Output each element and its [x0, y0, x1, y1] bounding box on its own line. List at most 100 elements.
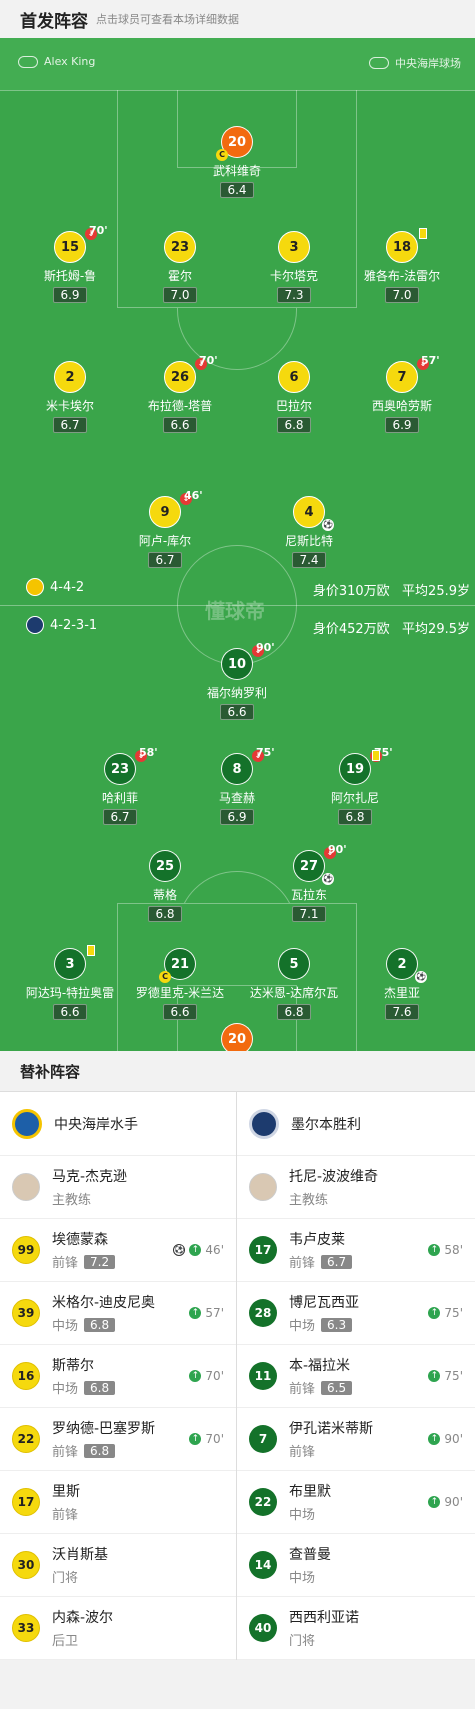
away-team-row[interactable]: 墨尔本胜利 — [237, 1092, 475, 1156]
away-player-7[interactable]: 3 阿达玛-特拉奥雷 6.6 — [15, 945, 125, 1020]
home-team-name: 中央海岸水手 — [54, 1116, 138, 1133]
sub-on-time: ↑ 70' — [189, 1432, 224, 1446]
player-name: 阿尔扎尼 — [330, 791, 379, 805]
away-sub-row[interactable]: 11 本-福拉米 前锋 6.5 ↑ 75' — [237, 1345, 475, 1408]
away-avg-age: 平均29.5岁 — [402, 622, 470, 637]
home-player-2[interactable]: 15 ↓ 70' 斯托姆-鲁 6.9 — [15, 224, 125, 303]
yellow-card-icon — [372, 750, 380, 761]
home-player-10[interactable]: 9 ↓ 46' 阿卢-库尔 6.7 — [110, 489, 220, 568]
home-coach[interactable]: Alex King — [18, 55, 95, 68]
away-player-3[interactable]: 8 ↓ 75' 马查赫 6.9 — [182, 746, 292, 825]
sub-on-time: ↑ 90' — [428, 1495, 463, 1509]
home-sub-row[interactable]: 16 斯蒂尔 中场 6.8 ↑ 70' — [0, 1345, 236, 1408]
sub-position: 前锋 — [52, 1256, 79, 1271]
away-player-5[interactable]: 25 蒂格 6.8 — [110, 850, 220, 922]
jersey-number-text: 20 — [227, 134, 247, 150]
jersey-number: 4 ⚽ — [293, 496, 334, 531]
jersey-number: 18 — [386, 228, 427, 263]
sub-minute: 58' — [444, 1243, 463, 1257]
away-player-10[interactable]: 2 ⚽ 杰里亚 7.6 — [347, 948, 457, 1020]
home-sub-row[interactable]: 39 米格尔-迪皮尼奥 中场 6.8 ↑ 57' — [0, 1282, 236, 1345]
sub-player-name: 里斯 — [52, 1484, 80, 1500]
jersey-number-text: 21 — [170, 956, 190, 972]
jersey-number: 14 — [249, 1551, 277, 1579]
home-sub-row[interactable]: 33 内森-波尔 后卫 — [0, 1597, 236, 1660]
sub-minute: 46' — [205, 1243, 224, 1257]
sub-rating: 6.7 — [321, 1254, 353, 1269]
sub-minute: 70' — [89, 224, 108, 237]
away-sub-row[interactable]: 14 查普曼 中场 — [237, 1534, 475, 1597]
jersey-number: 22 — [249, 1488, 277, 1516]
away-player-9[interactable]: 5 达米恩-达席尔瓦 6.8 — [239, 948, 349, 1020]
home-team-row[interactable]: 中央海岸水手 — [0, 1092, 236, 1156]
player-rating: 6.9 — [385, 417, 419, 433]
jersey-number-text: 3 — [289, 239, 299, 255]
home-player-9[interactable]: 7 ↓ 57' 西奥哈劳斯 6.9 — [347, 354, 457, 433]
home-player-8[interactable]: 6 巴拉尔 6.8 — [239, 361, 349, 433]
player-rating: 7.4 — [292, 552, 326, 568]
stadium-name: 中央海岸球场 — [395, 57, 461, 70]
sub-player-name: 韦卢皮莱 — [289, 1232, 345, 1248]
jersey-number-text: 19 — [345, 761, 365, 777]
away-player-6[interactable]: 27 ↓ 90' ⚽ 瓦拉东 7.1 — [254, 843, 364, 922]
away-sub-row[interactable]: 28 博尼瓦西亚 中场 6.3 ↑ 75' — [237, 1282, 475, 1345]
away-player-11[interactable]: 20伊佐6.6 — [182, 1023, 292, 1051]
away-player-4[interactable]: 19↓75' 阿尔扎尼 6.8 — [300, 746, 410, 825]
home-player-3[interactable]: 23 霍尔 7.0 — [125, 231, 235, 303]
sub-player-name: 斯蒂尔 — [52, 1358, 94, 1374]
home-player-4[interactable]: 3 卡尔塔克 7.3 — [239, 231, 349, 303]
away-player-8[interactable]: 21 C 罗德里克-米兰达 6.6 — [125, 948, 235, 1020]
jersey-number: 26 ↓ 70' — [164, 354, 218, 393]
home-player-6[interactable]: 2 米卡埃尔 6.7 — [15, 361, 125, 433]
away-player-2[interactable]: 23 ↓ 58' 哈利菲 6.7 — [65, 746, 175, 825]
jersey-number-text: 7 — [397, 369, 407, 385]
sub-player-name: 博尼瓦西亚 — [289, 1295, 359, 1311]
home-player-5[interactable]: 18 雅各布-法雷尔 7.0 — [347, 228, 457, 303]
away-subs-column: 墨尔本胜利 托尼-波波维奇 主教练 17 韦卢皮莱 前锋 6.7 ↑ 58' 28 博尼瓦西亚中… — [237, 1092, 475, 1660]
sub-position: 后卫 — [52, 1634, 79, 1649]
yellow-card-icon — [419, 228, 427, 239]
jersey-number: 20 — [221, 1023, 253, 1051]
jersey-number-text: 18 — [392, 239, 412, 255]
jersey-number-text: 27 — [299, 858, 319, 874]
home-player-7[interactable]: 26 ↓ 70' 布拉德-塔普 6.6 — [125, 354, 235, 433]
player-name: 蒂格 — [152, 888, 177, 902]
home-sub-row[interactable]: 99 埃德蒙森 前锋 7.2 ⚽ ↑ 46' — [0, 1219, 236, 1282]
away-sub-row[interactable]: 40 西西利亚诺 门将 — [237, 1597, 475, 1660]
ball-icon: ⚽ — [415, 971, 427, 983]
home-sub-row[interactable]: 30 沃肖斯基 门将 — [0, 1534, 236, 1597]
jersey-number-text: 25 — [155, 858, 175, 874]
sub-position: 前锋 — [289, 1256, 316, 1271]
home-coach-row[interactable]: 马克-杰克逊 主教练 — [0, 1156, 236, 1219]
sub-minute: 57' — [205, 1306, 224, 1320]
away-team-badge-icon — [26, 616, 44, 634]
home-sub-row[interactable]: 22 罗纳德-巴塞罗斯 前锋 6.8 ↑ 70' — [0, 1408, 236, 1471]
jersey-number: 9 ↓ 46' — [149, 489, 203, 528]
player-name: 阿卢-库尔 — [138, 534, 192, 548]
jersey-number-text: 8 — [232, 761, 242, 777]
home-sub-row[interactable]: 17 里斯 前锋 — [0, 1471, 236, 1534]
goal-icon: ⚽ — [173, 1244, 186, 1256]
jersey-number: 10 ↓ 90' — [221, 641, 275, 680]
sub-on-time: ↑ 75' — [428, 1369, 463, 1383]
player-name: 达米恩-达席尔瓦 — [249, 986, 339, 1000]
jersey-number: 28 — [249, 1299, 277, 1327]
sub-minute: 90' — [444, 1495, 463, 1509]
jersey-number-text: 9 — [160, 504, 170, 520]
away-player-1[interactable]: 10 ↓ 90' 福尔纳罗利 6.6 — [182, 641, 292, 720]
home-player-11[interactable]: 4 ⚽ 尼斯比特 7.4 — [254, 496, 364, 568]
sub-on-time: ↑ 57' — [189, 1306, 224, 1320]
sub-on-icon: ↑ — [189, 1244, 202, 1256]
away-sub-row[interactable]: 17 韦卢皮莱 前锋 6.7 ↑ 58' — [237, 1219, 475, 1282]
away-coach-row[interactable]: 托尼-波波维奇 主教练 — [237, 1156, 475, 1219]
sub-position: 中场 — [289, 1508, 316, 1523]
home-avg-age: 平均25.9岁 — [402, 584, 470, 599]
home-player-1[interactable]: 20 C 武科维奇 6.4 — [182, 126, 292, 198]
captain-icon: C — [159, 971, 171, 983]
away-sub-row[interactable]: 7 伊孔诺米蒂斯 前锋 ↑ 90' — [237, 1408, 475, 1471]
yellow-card-icon — [87, 945, 95, 956]
away-sub-row[interactable]: 22 布里默 中场 ↑ 90' — [237, 1471, 475, 1534]
player-name: 罗德里克-米兰达 — [135, 986, 225, 1000]
jersey-number: 39 — [12, 1299, 40, 1327]
away-formation: 4-2-3-1 — [26, 616, 97, 634]
